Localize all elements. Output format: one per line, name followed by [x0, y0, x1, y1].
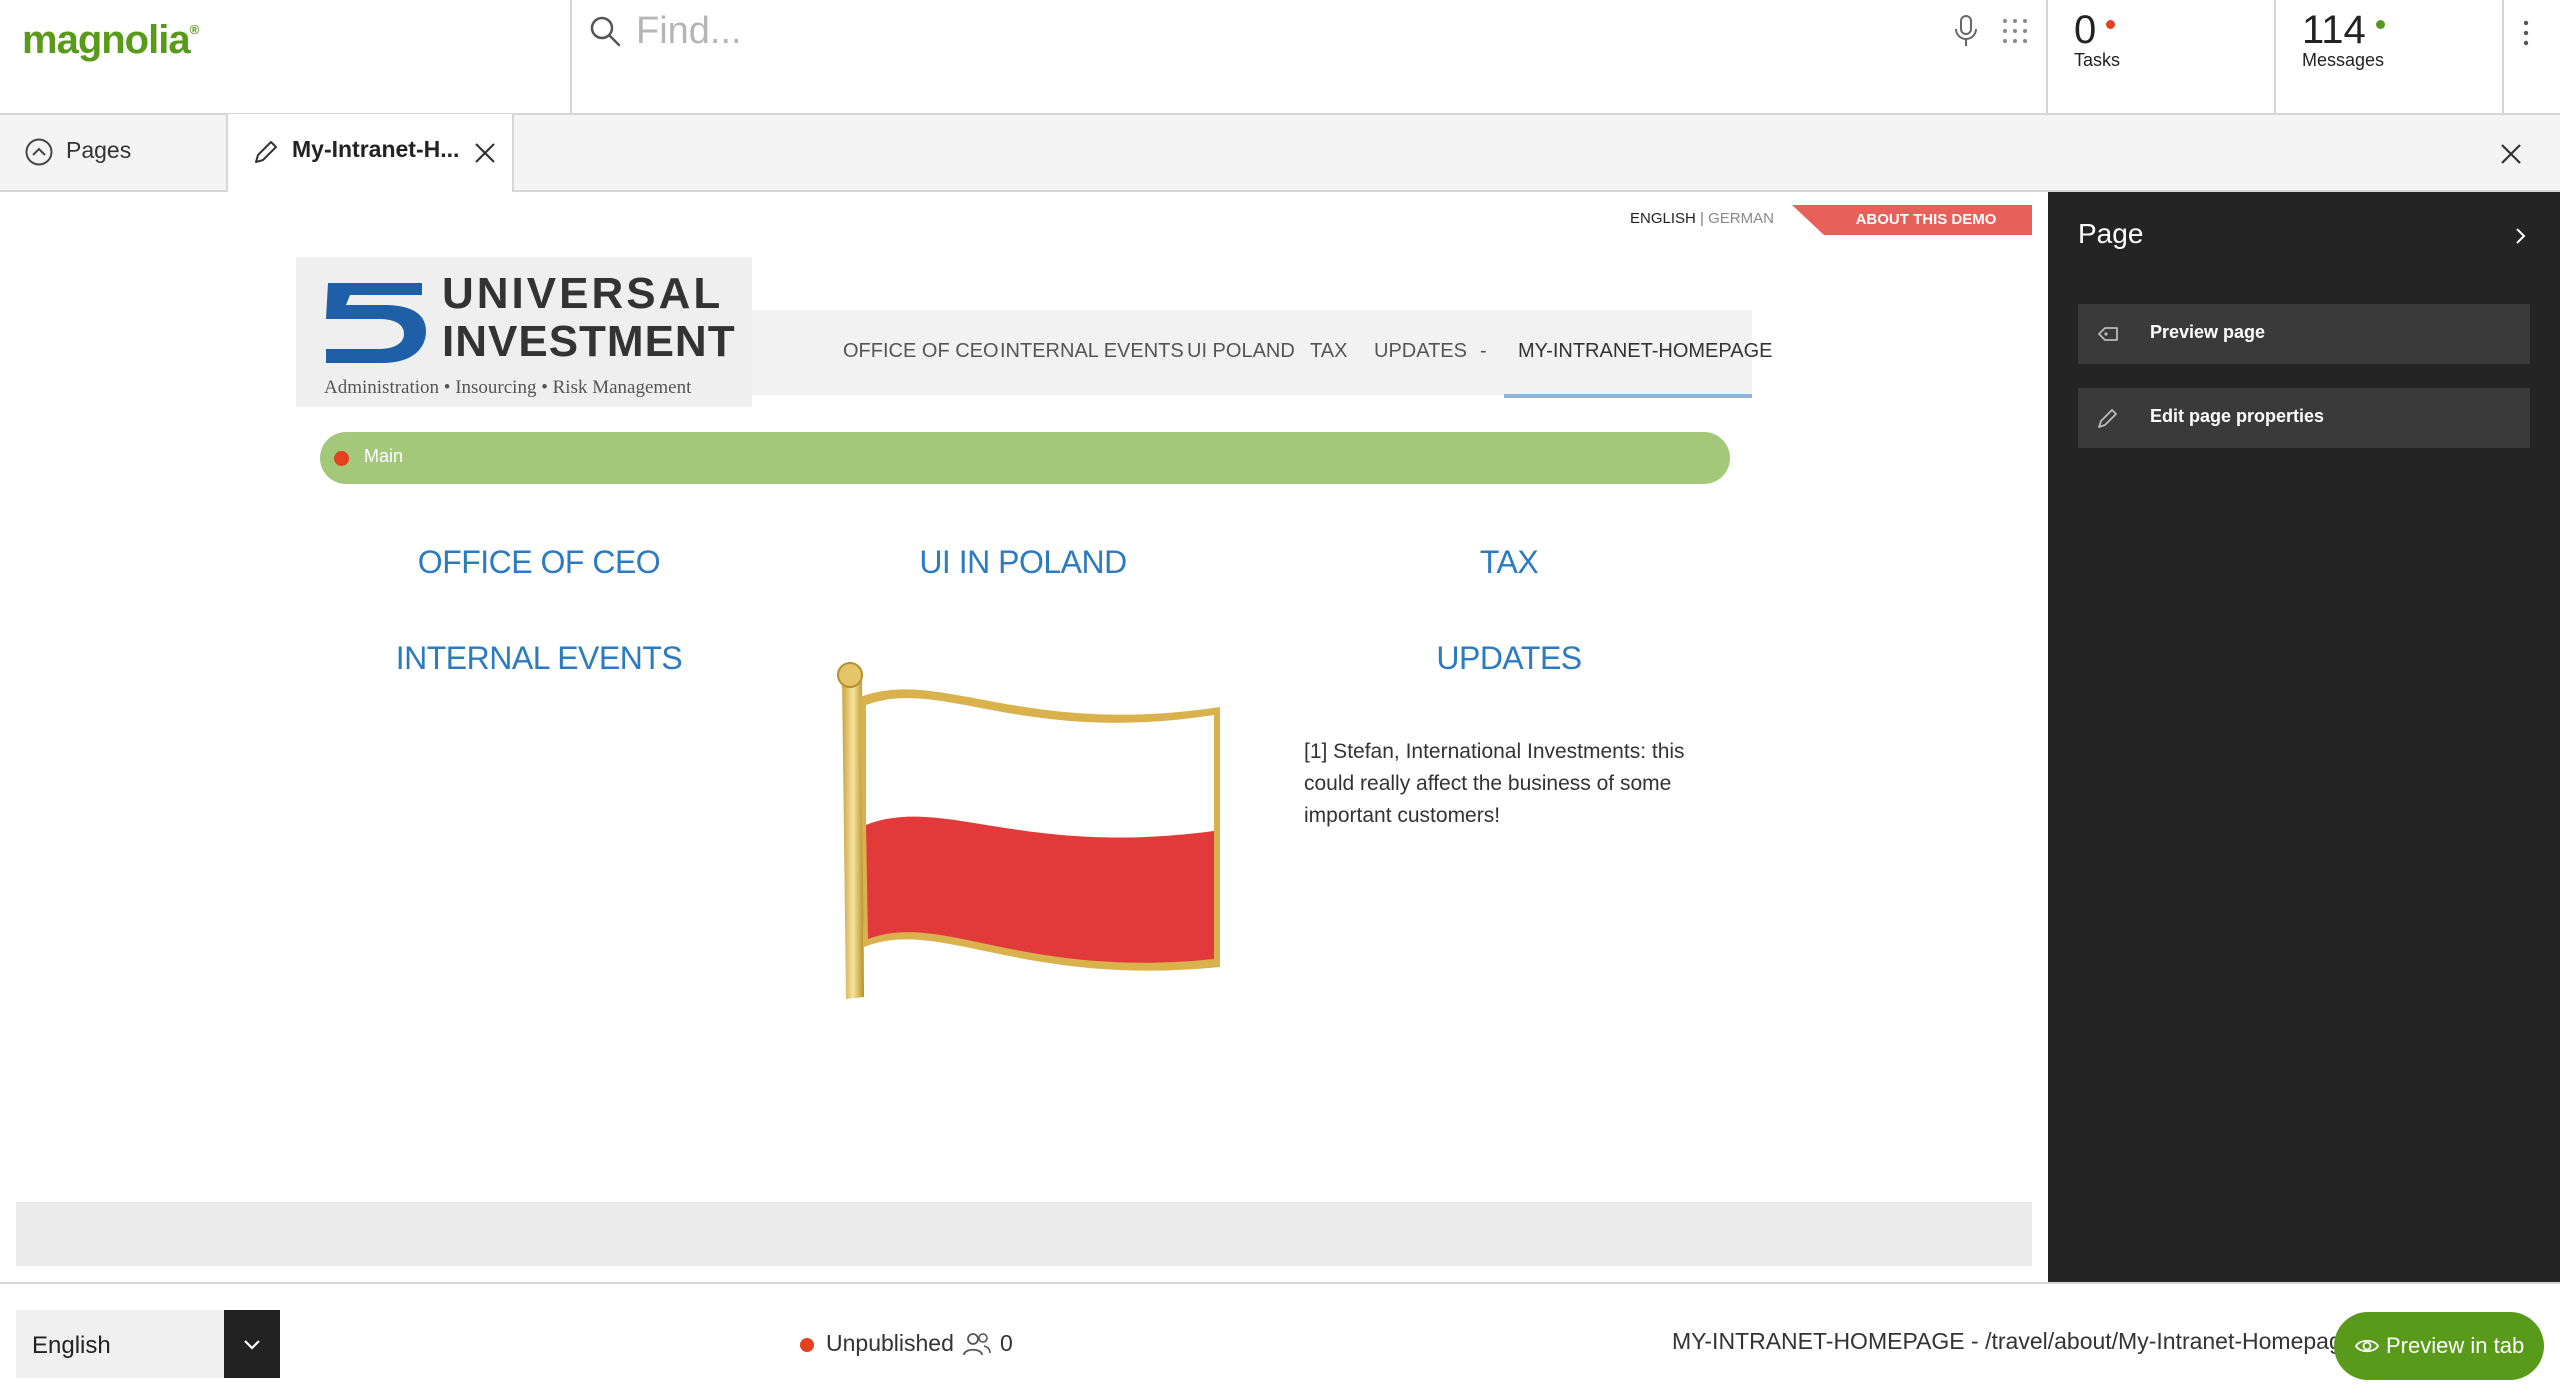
pencil-icon	[255, 141, 277, 163]
tab-page-editor[interactable]: My-Intranet-H...	[228, 114, 514, 194]
preview-in-tab-button[interactable]: Preview in tab	[2334, 1312, 2544, 1380]
nav-tax[interactable]: TAX	[1310, 340, 1347, 363]
messages-count: 114	[2302, 8, 2366, 52]
search-icon	[590, 16, 621, 47]
chevron-down-icon	[244, 1340, 260, 1350]
nav-updates[interactable]: UPDATES	[1374, 340, 1467, 363]
about-demo-button[interactable]: ABOUT THIS DEMO	[1792, 205, 2032, 235]
edit-page-properties-label: Edit page properties	[2150, 406, 2325, 426]
tab-page-editor-label: My-Intranet-H...	[292, 136, 460, 162]
language-select-toggle[interactable]	[224, 1310, 280, 1378]
magnolia-logo[interactable]: magnolia®	[22, 18, 199, 63]
tag-icon	[2098, 327, 2118, 341]
more-options-icon[interactable]	[2516, 18, 2536, 48]
nav-office-of-ceo[interactable]: OFFICE OF CEO	[843, 340, 999, 363]
messages-status-dot	[2376, 20, 2385, 29]
page-preview: ENGLISH | GERMAN ABOUT THIS DEMO UNIVERS…	[0, 192, 2048, 1282]
page-path: MY-INTRANET-HOMEPAGE - /travel/about/My-…	[1672, 1328, 2355, 1354]
tasks-indicator[interactable]: 0 Tasks	[2048, 0, 2276, 115]
language-switcher: ENGLISH | GERMAN	[1630, 210, 1774, 227]
poland-flag-image	[837, 662, 1220, 999]
link-tax[interactable]: TAX	[1309, 544, 1709, 581]
eye-icon	[2354, 1339, 2380, 1353]
tasks-status-dot	[2106, 20, 2115, 29]
nav-separator: -	[1480, 340, 1487, 362]
lang-english-link[interactable]: ENGLISH	[1630, 210, 1696, 227]
apps-grid-icon[interactable]	[2000, 16, 2030, 46]
edit-page-properties-button[interactable]: Edit page properties	[2078, 388, 2530, 448]
tab-pages[interactable]: Pages	[0, 115, 228, 192]
news-text: [1] Stefan, International Investments: t…	[1304, 740, 1685, 827]
nav-active-indicator	[1504, 394, 1752, 398]
tasks-count: 0	[2074, 8, 2097, 52]
link-internal-events[interactable]: INTERNAL EVENTS	[339, 640, 739, 677]
site-logo[interactable]: UNIVERSAL INVESTMENT Administration • In…	[296, 257, 752, 407]
logo-word-investment: INVESTMENT	[442, 317, 736, 366]
page-actions-panel: Page Preview page Edit page properties	[2048, 192, 2560, 1282]
chevron-up-circle-icon	[25, 138, 53, 166]
panel-title: Page	[2078, 218, 2144, 249]
lang-german-link[interactable]: GERMAN	[1708, 210, 1774, 227]
main-area-bar[interactable]: Main	[320, 432, 1730, 484]
search-input[interactable]	[636, 6, 1886, 56]
page-footer-area	[16, 1202, 2032, 1266]
language-select-value: English	[32, 1332, 111, 1359]
close-tab-icon[interactable]	[472, 140, 498, 166]
chevron-right-icon[interactable]	[2510, 226, 2530, 246]
nav-ui-poland[interactable]: UI POLAND	[1187, 340, 1295, 363]
pencil-icon	[2098, 409, 2117, 428]
publish-status-label: Unpublished	[826, 1330, 954, 1356]
close-app-icon[interactable]	[2496, 139, 2526, 169]
preview-in-tab-label: Preview in tab	[2386, 1333, 2525, 1358]
nav-my-intranet-homepage[interactable]: MY-INTRANET-HOMEPAGE	[1518, 340, 1772, 363]
link-office-of-ceo[interactable]: OFFICE OF CEO	[339, 544, 739, 581]
link-ui-in-poland[interactable]: UI IN POLAND	[823, 544, 1223, 581]
messages-indicator[interactable]: 114 Messages	[2276, 0, 2504, 115]
bottom-bar: English Unpublished 0 MY-INTRANET-HOMEPA…	[0, 1282, 2560, 1396]
top-bar: magnolia® 0 Tasks 114 Messages	[0, 0, 2560, 115]
publish-status-dot	[800, 1338, 814, 1352]
logo-word-universal: UNIVERSAL	[442, 269, 724, 318]
messages-label: Messages	[2302, 50, 2385, 70]
microphone-icon[interactable]	[1952, 14, 1980, 48]
lang-separator: |	[1700, 210, 1704, 227]
area-label: Main	[364, 446, 404, 466]
search-bar	[570, 0, 2048, 115]
preview-page-button[interactable]: Preview page	[2078, 304, 2530, 364]
language-select[interactable]: English	[16, 1310, 280, 1378]
users-icon	[963, 1333, 991, 1356]
site-navigation: OFFICE OF CEO INTERNAL EVENTS UI POLAND …	[752, 310, 1772, 395]
tasks-label: Tasks	[2074, 50, 2121, 70]
link-updates[interactable]: UPDATES	[1309, 640, 1709, 677]
universal-investment-logo-mark	[326, 283, 426, 363]
tab-pages-label: Pages	[66, 137, 132, 163]
preview-page-label: Preview page	[2150, 322, 2266, 342]
area-status-dot	[334, 451, 349, 466]
nav-internal-events[interactable]: INTERNAL EVENTS	[1000, 340, 1184, 363]
users-count: 0	[1000, 1330, 1013, 1356]
logo-tagline: Administration • Insourcing • Risk Manag…	[324, 377, 692, 398]
tab-bar: Pages My-Intranet-H...	[0, 114, 2560, 194]
